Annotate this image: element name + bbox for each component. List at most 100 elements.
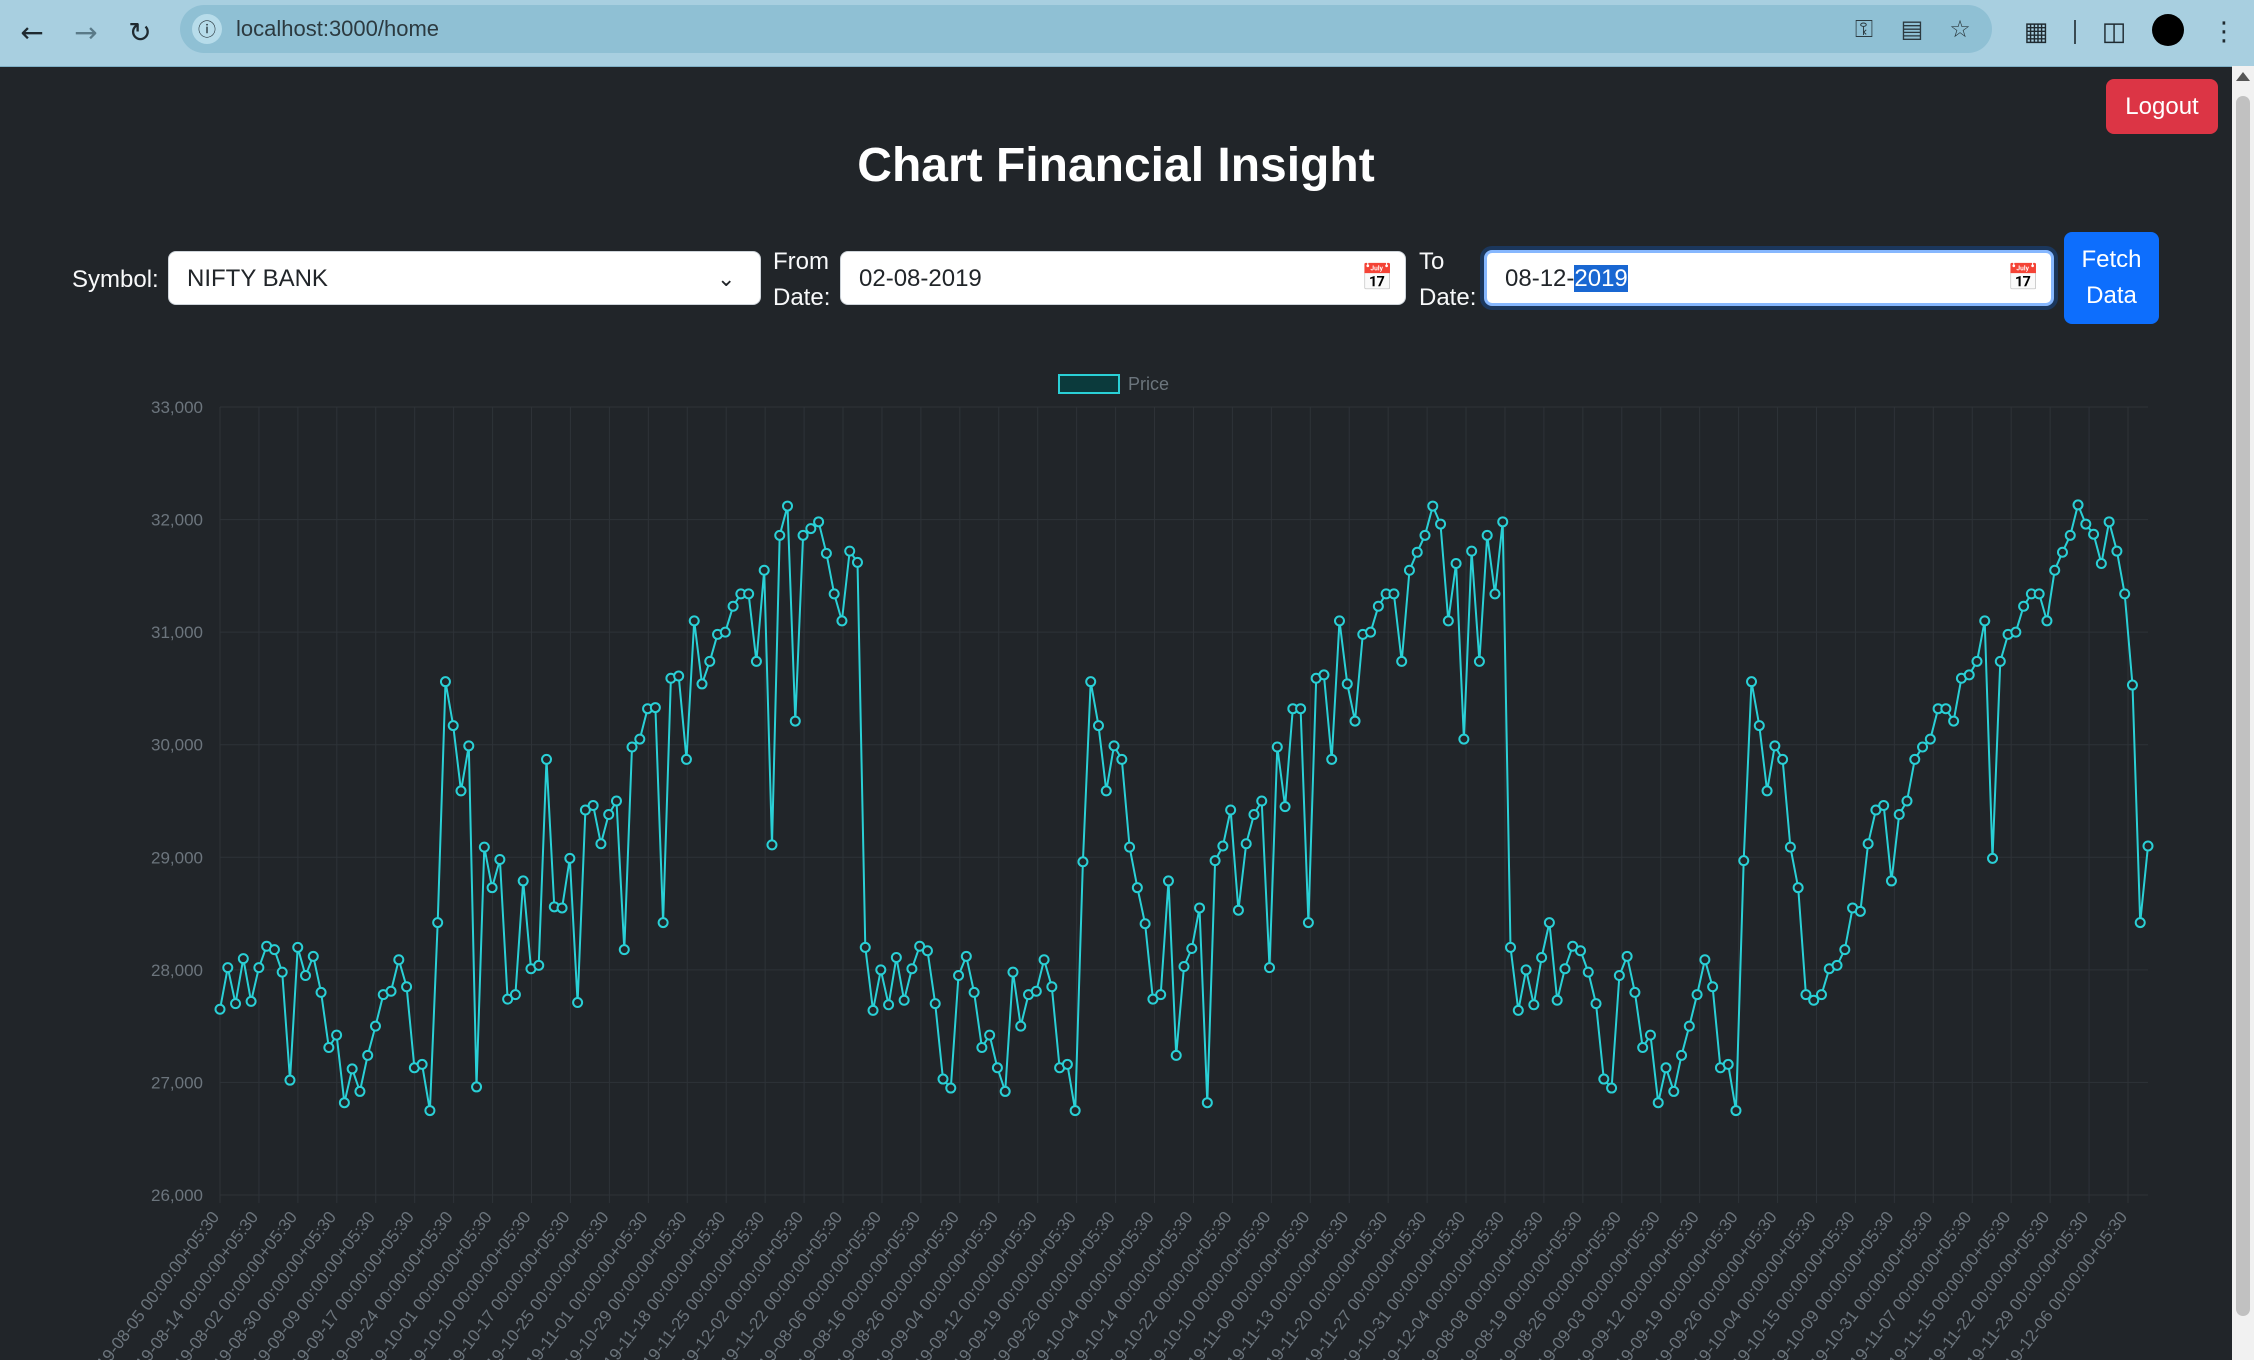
symbol-select[interactable]: NIFTY BANK ⌄ <box>168 251 761 305</box>
to-date-label-line1: To <box>1419 248 1445 275</box>
data-point <box>898 994 910 1006</box>
data-point <box>2041 615 2053 627</box>
bookmark-star-icon[interactable]: ☆ <box>1944 13 1976 45</box>
from-date-label: From Date: <box>773 244 830 316</box>
data-point <box>960 950 972 962</box>
from-date-input[interactable]: 02-08-2019 📅 <box>840 251 1406 305</box>
data-point <box>968 986 980 998</box>
address-bar[interactable]: ⓘ localhost:3000/home ⚿ ▤ ☆ <box>180 5 1992 53</box>
calendar-icon[interactable]: 📅 <box>2007 262 2039 293</box>
data-point <box>1746 676 1758 688</box>
data-point <box>478 841 490 853</box>
data-point <box>2103 516 2115 528</box>
extensions-icon[interactable]: ▦ <box>2016 12 2056 52</box>
data-point <box>509 989 521 1001</box>
data-point <box>680 753 692 765</box>
install-icon[interactable]: ▤ <box>1896 13 1928 45</box>
data-point <box>1963 669 1975 681</box>
to-date-input[interactable]: 08-12-2019 📅 <box>1484 250 2054 306</box>
data-point <box>743 588 755 600</box>
data-point <box>851 556 863 568</box>
data-point <box>991 1062 1003 1074</box>
data-point <box>2111 545 2123 557</box>
data-point <box>1046 981 1058 993</box>
data-point <box>1256 795 1268 807</box>
data-point <box>828 588 840 600</box>
data-point <box>1217 840 1229 852</box>
data-point <box>1831 959 1843 971</box>
data-point <box>1225 804 1237 816</box>
data-point <box>1069 1105 1081 1117</box>
data-point <box>1403 564 1415 576</box>
data-point <box>688 615 700 627</box>
data-point <box>844 545 856 557</box>
profile-avatar[interactable] <box>2152 14 2184 46</box>
data-point <box>1349 715 1361 727</box>
data-point <box>1061 1058 1073 1070</box>
legend-label: Price <box>1128 374 1169 394</box>
data-point <box>2018 600 2030 612</box>
key-icon[interactable]: ⚿ <box>1848 13 1880 45</box>
data-point <box>890 951 902 963</box>
data-point <box>1077 856 1089 868</box>
data-point <box>1761 785 1773 797</box>
data-point <box>1676 1049 1688 1061</box>
calendar-icon[interactable]: 📅 <box>1361 262 1393 293</box>
data-point <box>1092 720 1104 732</box>
data-point <box>1388 588 1400 600</box>
data-point <box>471 1081 483 1093</box>
site-info-icon[interactable]: ⓘ <box>192 14 222 44</box>
data-point <box>1769 740 1781 752</box>
data-point <box>564 852 576 864</box>
y-tick-label: 32,000 <box>151 511 203 530</box>
data-point <box>315 986 327 998</box>
data-point <box>1792 882 1804 894</box>
fetch-data-button[interactable]: Fetch Data <box>2064 232 2159 324</box>
data-point <box>1691 989 1703 1001</box>
data-point <box>976 1042 988 1054</box>
data-point <box>2033 588 2045 600</box>
data-point <box>362 1049 374 1061</box>
scroll-up-icon[interactable] <box>2236 72 2250 81</box>
data-point <box>1512 1004 1524 1016</box>
data-point <box>595 838 607 850</box>
data-point <box>1644 1029 1656 1041</box>
from-date-value: 02-08-2019 <box>859 265 982 292</box>
data-point <box>1707 981 1719 993</box>
data-point <box>245 995 257 1007</box>
data-point <box>2049 564 2061 576</box>
data-point <box>1730 1105 1742 1117</box>
data-point <box>1481 529 1493 541</box>
url-text[interactable]: localhost:3000/home <box>236 16 439 42</box>
back-icon[interactable]: ← <box>12 12 52 52</box>
data-point <box>1839 944 1851 956</box>
data-point <box>603 809 615 821</box>
series-line-price <box>219 501 2149 1111</box>
data-point <box>1979 615 1991 627</box>
scroll-thumb[interactable] <box>2236 96 2250 1316</box>
data-point <box>1520 964 1532 976</box>
data-point <box>1699 954 1711 966</box>
page-title: Chart Financial Insight <box>857 139 1375 192</box>
data-point <box>1621 950 1633 962</box>
menu-icon[interactable]: ⋮ <box>2204 12 2244 52</box>
reload-icon[interactable]: ↻ <box>120 12 160 52</box>
side-panel-icon[interactable]: ◫ <box>2094 12 2134 52</box>
data-point <box>253 962 265 974</box>
data-point <box>937 1073 949 1085</box>
data-point <box>276 966 288 978</box>
data-point <box>1543 917 1555 929</box>
data-point <box>1085 676 1097 688</box>
data-point <box>432 917 444 929</box>
data-point <box>1458 733 1470 745</box>
data-point <box>906 963 918 975</box>
data-point <box>1901 795 1913 807</box>
forward-icon[interactable]: → <box>66 12 106 52</box>
page-scrollbar[interactable] <box>2232 66 2254 1360</box>
data-point <box>1815 989 1827 1001</box>
data-point <box>1209 855 1221 867</box>
y-tick-label: 27,000 <box>151 1073 203 1092</box>
data-point <box>284 1074 296 1086</box>
logout-button[interactable]: Logout <box>2106 79 2218 134</box>
to-date-value-prefix: 08-12- <box>1505 265 1575 292</box>
